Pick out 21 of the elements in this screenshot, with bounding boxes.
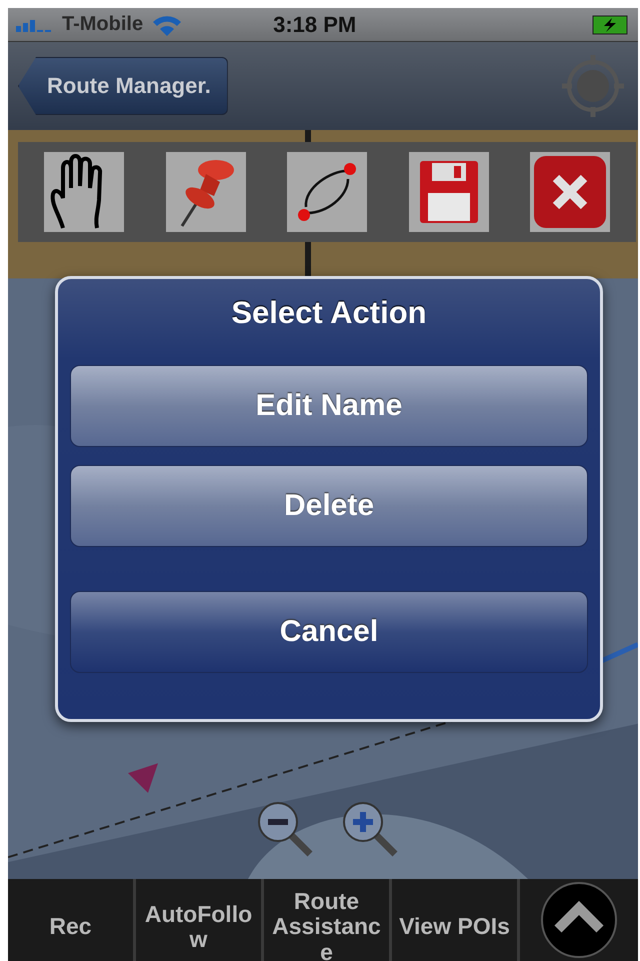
- signal-icon: [16, 18, 54, 32]
- zoom-out-icon[interactable]: [256, 800, 314, 858]
- tab-bar-button[interactable]: Route Assistance: [264, 879, 392, 961]
- dialog-button[interactable]: Edit Name: [70, 365, 588, 447]
- dialog-button[interactable]: Cancel: [70, 591, 588, 673]
- battery-icon: [592, 14, 630, 34]
- tool-button[interactable]: [44, 152, 124, 232]
- chevron-up-icon: [540, 881, 618, 959]
- zoom-in-icon[interactable]: [341, 800, 399, 858]
- dialog-title: Select Action: [231, 295, 427, 331]
- tab-bar-button[interactable]: AutoFollow: [136, 879, 264, 961]
- carrier-name: T-Mobile: [62, 13, 144, 36]
- tool-button[interactable]: [530, 152, 610, 232]
- dialog-button[interactable]: Delete: [70, 465, 588, 547]
- tab-bar-button[interactable]: Rec: [8, 879, 136, 961]
- tab-bar-button[interactable]: View POIs: [392, 879, 520, 961]
- tool-button[interactable]: [287, 152, 367, 232]
- close-icon: [532, 154, 608, 230]
- back-button[interactable]: Route Manager.: [18, 57, 228, 115]
- clock-time: 3:18 PM: [273, 12, 356, 38]
- tool-button[interactable]: [408, 152, 488, 232]
